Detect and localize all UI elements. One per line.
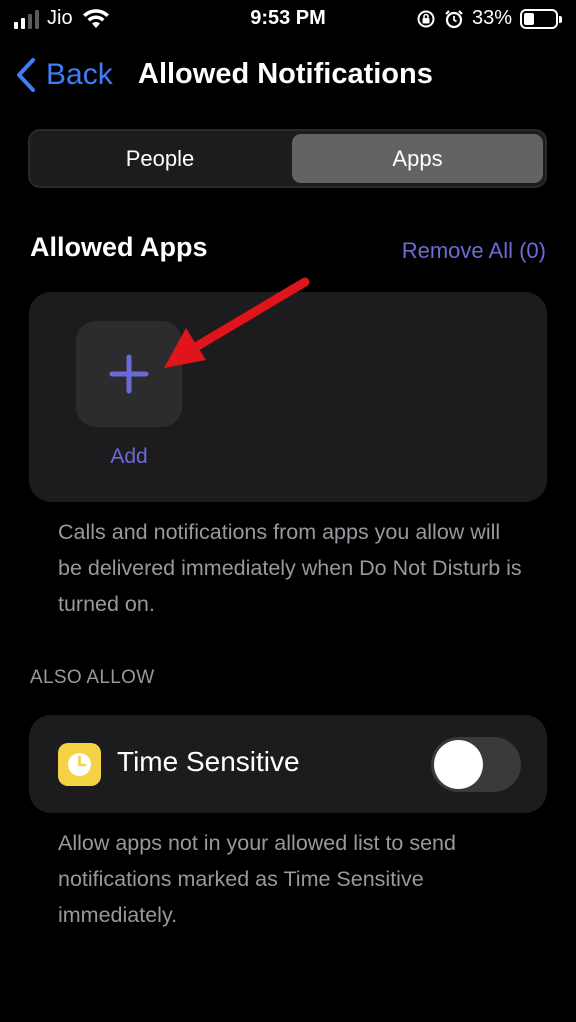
chevron-left-icon bbox=[17, 58, 35, 92]
battery-percent: 33% bbox=[471, 7, 512, 29]
time-sensitive-label: Time Sensitive bbox=[117, 746, 300, 777]
time-sensitive-toggle[interactable] bbox=[431, 737, 521, 792]
toggle-knob bbox=[434, 740, 483, 789]
time-sensitive-row: Time Sensitive bbox=[29, 715, 547, 813]
remove-all-button[interactable]: Remove All (0) bbox=[402, 238, 546, 264]
annotation-arrow-icon bbox=[164, 277, 310, 368]
page-title: Allowed Notifications bbox=[138, 58, 433, 90]
segment-people[interactable]: People bbox=[33, 134, 287, 183]
orientation-lock-icon bbox=[417, 10, 435, 27]
segmented-control: People Apps bbox=[28, 129, 547, 188]
also-allow-header: ALSO ALLOW bbox=[30, 667, 155, 688]
segment-apps[interactable]: Apps bbox=[292, 134, 543, 183]
battery-fill bbox=[524, 12, 534, 25]
add-app-label: Add bbox=[110, 445, 148, 468]
clock-icon bbox=[58, 743, 101, 786]
battery-icon bbox=[520, 8, 562, 29]
status-bar: Jio 9:53 PM 33% bbox=[0, 0, 576, 38]
back-button[interactable]: Back bbox=[14, 56, 113, 94]
alarm-icon bbox=[445, 9, 463, 28]
status-right: 33% bbox=[416, 7, 562, 30]
navigation-bar: Back Allowed Notifications bbox=[0, 52, 576, 102]
time-sensitive-description: Allow apps not in your allowed list to s… bbox=[58, 831, 456, 927]
allowed-apps-description: Calls and notifications from apps you al… bbox=[58, 520, 522, 616]
allowed-apps-title: Allowed Apps bbox=[30, 232, 208, 262]
back-label: Back bbox=[46, 58, 113, 91]
